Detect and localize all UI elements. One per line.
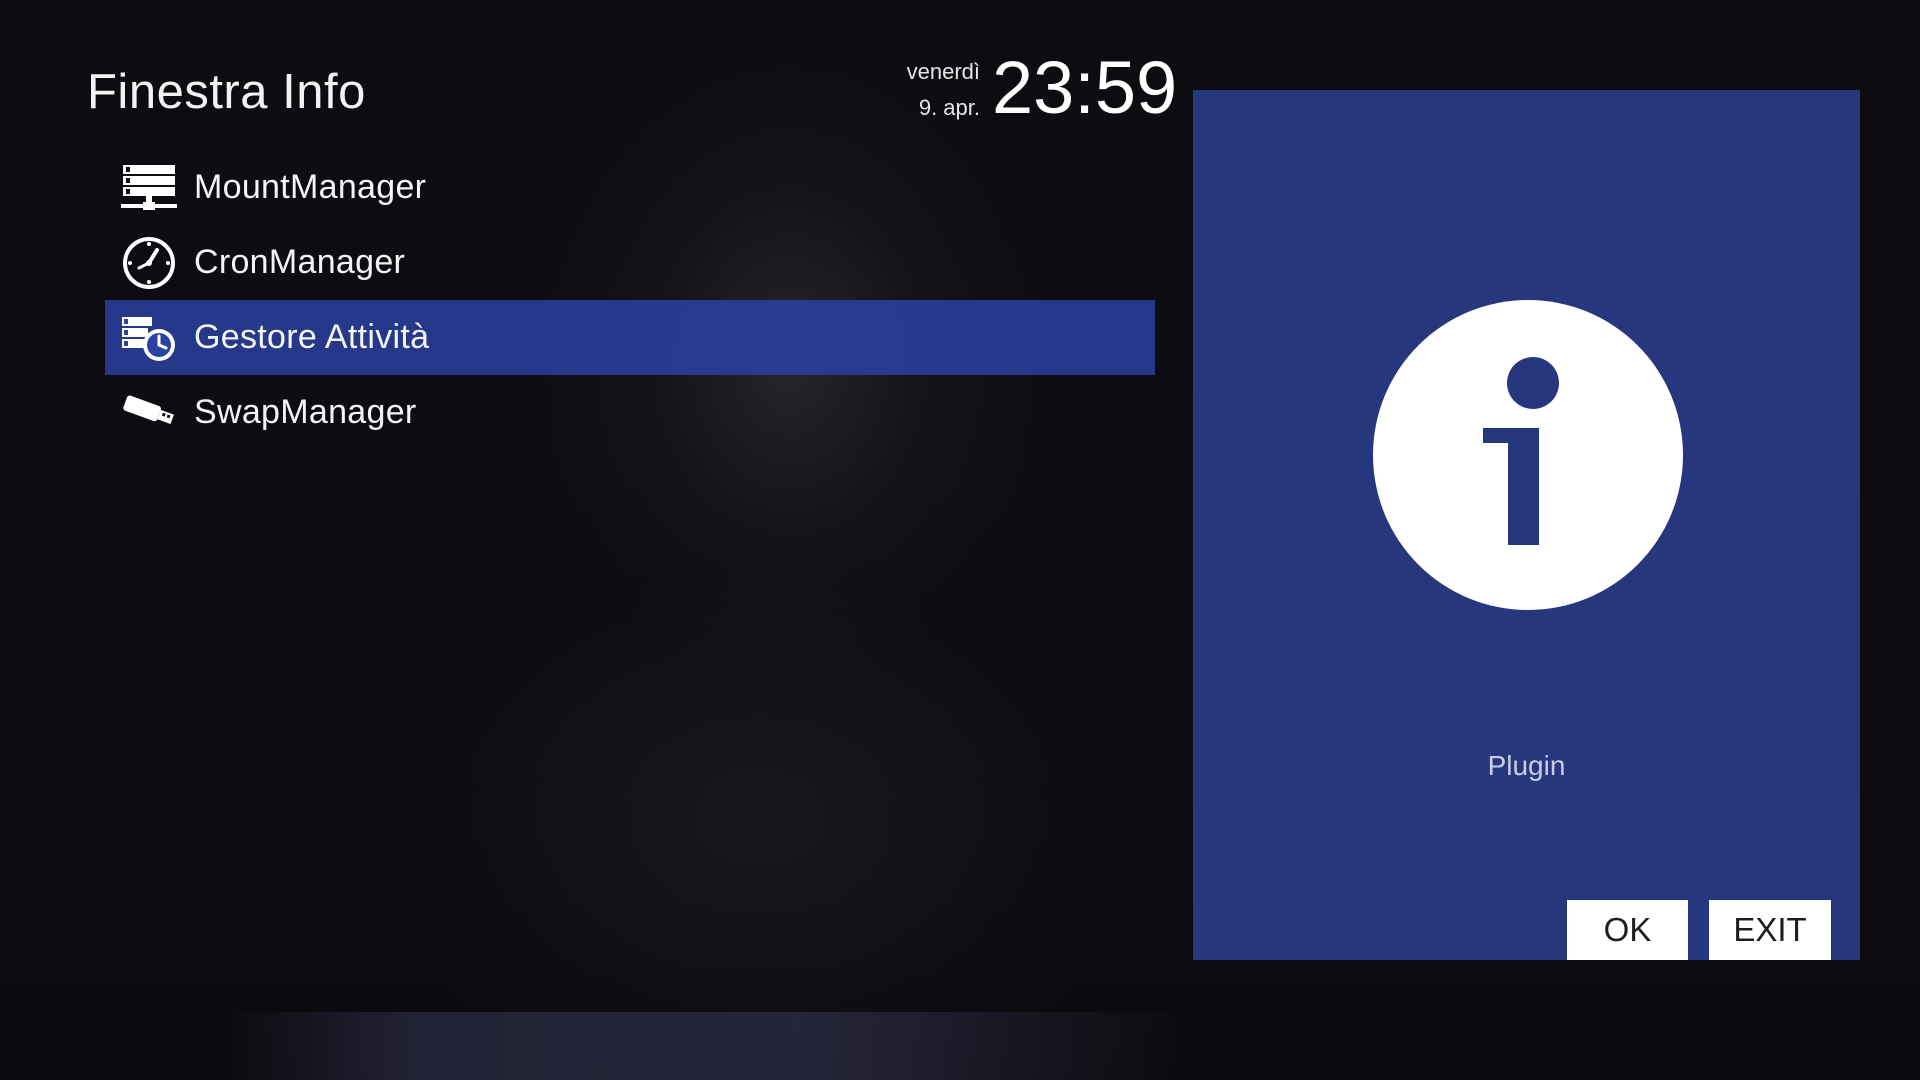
menu-item-label: CronManager: [194, 243, 406, 281]
screen: Finestra Info venerdì 9. apr. 23:59 Moun…: [0, 0, 1920, 1080]
menu-item-label: MountManager: [194, 168, 427, 206]
clock: 23:59: [992, 46, 1178, 129]
date-display: venerdì 9. apr.: [880, 54, 980, 126]
background-video-strip: [225, 1012, 1185, 1080]
menu-item-mountmanager[interactable]: MountManager: [105, 150, 1155, 225]
menu-item-cronmanager[interactable]: CronManager: [105, 225, 1155, 300]
plugin-menu: MountManager CronManager Gestore Attivit…: [105, 150, 1155, 450]
ok-button[interactable]: OK: [1567, 900, 1688, 960]
usb-drive-icon: [120, 385, 178, 441]
menu-item-gestore-attivita[interactable]: Gestore Attività: [105, 300, 1155, 375]
date-label: 9. apr.: [918, 95, 980, 120]
exit-button[interactable]: EXIT: [1709, 900, 1831, 960]
network-server-icon: [120, 160, 178, 216]
menu-item-label: Gestore Attività: [194, 318, 430, 356]
day-label: venerdì: [906, 59, 980, 84]
menu-item-label: SwapManager: [194, 393, 417, 431]
info-panel: Plugin OK EXIT: [1193, 90, 1860, 960]
page-title: Finestra Info: [87, 65, 366, 119]
menu-item-swapmanager[interactable]: SwapManager: [105, 375, 1155, 450]
panel-caption: Plugin: [1487, 750, 1566, 781]
clock-icon: [120, 235, 178, 291]
task-scheduler-icon: [120, 310, 178, 366]
info-icon: [1373, 300, 1683, 610]
